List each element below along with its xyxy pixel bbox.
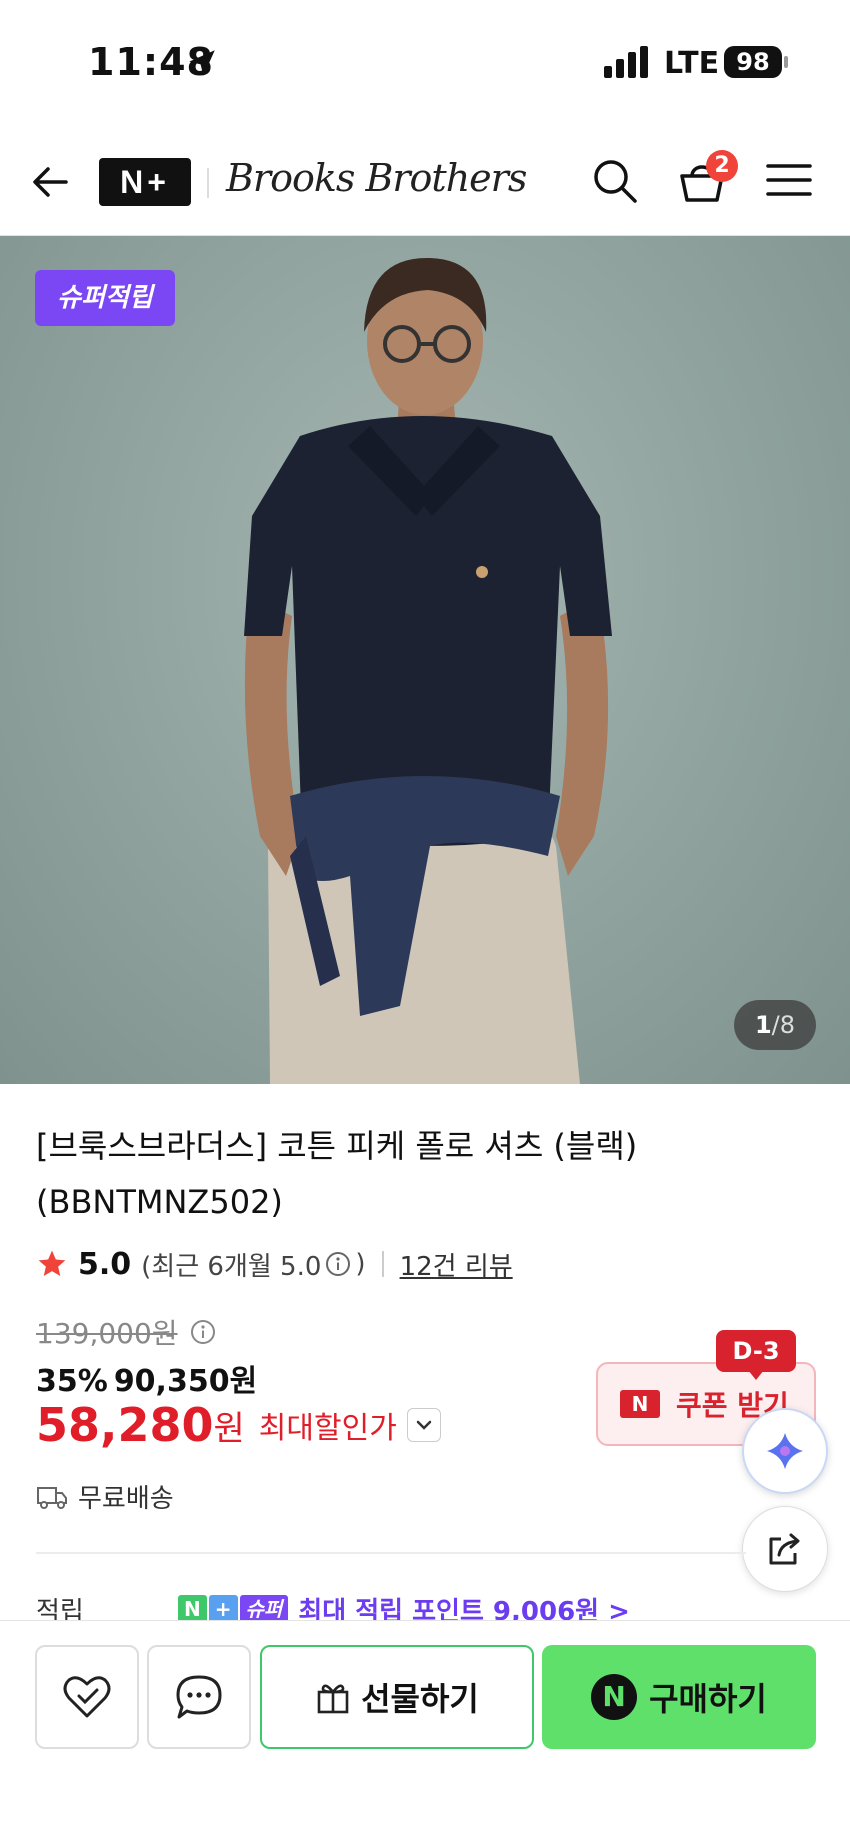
super-points-badge: 슈퍼적립 — [35, 270, 175, 326]
ai-assistant-button[interactable] — [742, 1408, 828, 1494]
discount-price: 90,350원 — [113, 1364, 258, 1399]
sparkle-icon — [767, 1433, 803, 1469]
info-icon[interactable] — [325, 1251, 351, 1277]
gift-icon — [317, 1684, 349, 1714]
rating-recent: (최근 6개월 5.0 — [141, 1251, 322, 1282]
original-price-row: 139,000원 — [36, 1312, 220, 1352]
chat-bubble-icon — [176, 1675, 222, 1719]
rating-separator — [381, 1251, 384, 1277]
naver-pay-n-icon: N — [591, 1674, 638, 1720]
share-button[interactable] — [742, 1506, 828, 1592]
discount-rate: 35% — [36, 1364, 108, 1399]
brand-logo[interactable]: Brooks Brothers — [226, 156, 527, 200]
search-icon[interactable] — [590, 156, 640, 206]
super-badge: 슈퍼 — [239, 1595, 289, 1623]
original-price: 139,000원 — [36, 1317, 178, 1350]
final-price-row[interactable]: 58,280 원 최대할인가 — [36, 1398, 441, 1452]
gift-button[interactable]: 선물하기 — [260, 1645, 534, 1749]
network-label: LTE — [664, 46, 720, 81]
buy-button[interactable]: N 구매하기 — [542, 1645, 816, 1749]
status-bar: 11:48 LTE 98 — [0, 0, 850, 128]
shipping-label: 무료배송 — [78, 1484, 174, 1514]
product-title: [브룩스브라더스] 코튼 피케 폴로 셔츠 (블랙) (BBNTMNZ502) — [36, 1127, 638, 1221]
bottom-action-bar: 선물하기 N 구매하기 — [0, 1620, 850, 1842]
final-price-label: 최대할인가 — [258, 1411, 397, 1446]
image-counter-total: /8 — [771, 1011, 796, 1039]
final-price-unit: 원 — [213, 1408, 245, 1449]
final-price: 58,280 — [36, 1398, 214, 1452]
wishlist-button[interactable] — [35, 1645, 139, 1749]
menu-icon[interactable] — [766, 160, 812, 200]
talk-button[interactable] — [147, 1645, 251, 1749]
nplus-store-logo[interactable]: N+ — [99, 158, 191, 206]
cart-count-badge: 2 — [706, 150, 738, 182]
location-arrow-icon — [189, 50, 215, 76]
header: N+ Brooks Brothers 2 — [0, 128, 850, 236]
logo-divider — [207, 168, 209, 198]
battery-indicator: 98 — [724, 46, 782, 78]
signal-icon — [604, 46, 648, 78]
battery-tip — [784, 56, 788, 68]
price-info-icon[interactable] — [190, 1319, 216, 1345]
dday-badge: D-3 — [716, 1330, 796, 1372]
product-image-carousel[interactable]: 슈퍼적립 1/8 — [0, 236, 850, 1084]
image-counter-current: 1 — [754, 1011, 772, 1039]
heart-check-icon — [63, 1676, 111, 1718]
buy-label: 구매하기 — [649, 1680, 767, 1718]
star-icon — [38, 1250, 66, 1276]
section-divider — [36, 1552, 746, 1554]
naver-n-badge: N — [178, 1595, 207, 1623]
image-counter: 1/8 — [734, 1000, 816, 1050]
chevron-down-icon[interactable] — [406, 1408, 441, 1442]
rating-value: 5.0 — [78, 1246, 132, 1282]
share-icon — [769, 1533, 800, 1565]
review-count-link[interactable]: 12건 리뷰 — [400, 1246, 513, 1283]
rating-recent-close: ) — [355, 1249, 366, 1279]
plus-badge: + — [208, 1595, 238, 1623]
truck-icon — [37, 1486, 67, 1509]
shipping-row: 무료배송 — [36, 1478, 174, 1515]
dday-badge-pointer — [748, 1370, 764, 1380]
gift-label: 선물하기 — [361, 1680, 479, 1718]
coupon-n-icon: N — [620, 1390, 660, 1418]
rating-row: 5.0 (최근 6개월 5.0 ) 12건 리뷰 — [36, 1244, 513, 1284]
product-photo — [244, 257, 612, 1084]
back-arrow-icon[interactable] — [28, 160, 72, 204]
discount-row: 35% 90,350원 — [36, 1356, 257, 1400]
